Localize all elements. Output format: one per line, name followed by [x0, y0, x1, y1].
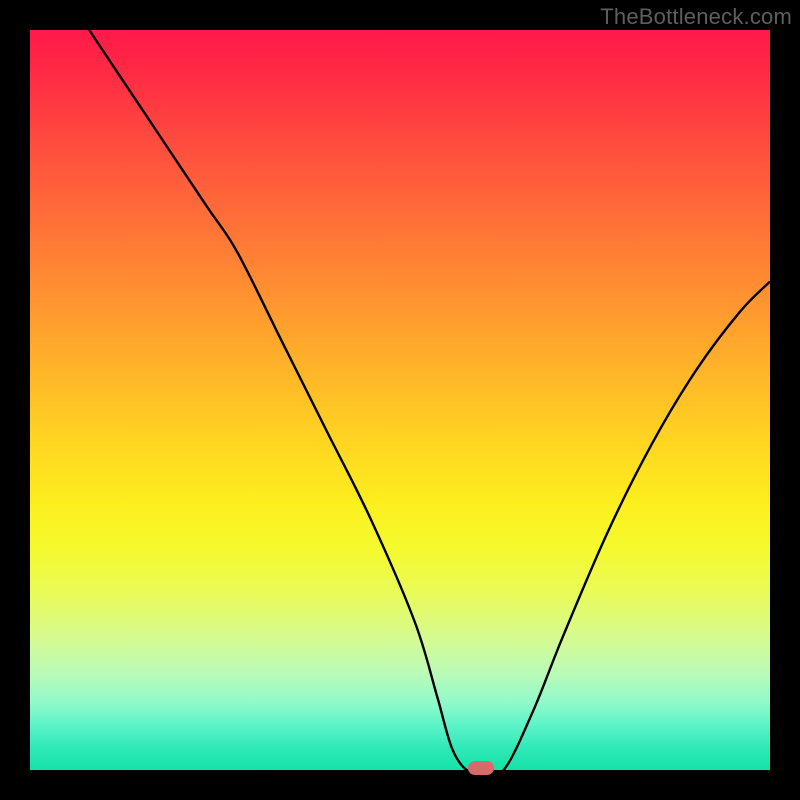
watermark-text: TheBottleneck.com	[600, 4, 792, 30]
chart-frame: TheBottleneck.com	[0, 0, 800, 800]
plot-area	[30, 30, 770, 770]
bottleneck-curve	[30, 30, 770, 770]
optimal-marker	[468, 761, 494, 775]
